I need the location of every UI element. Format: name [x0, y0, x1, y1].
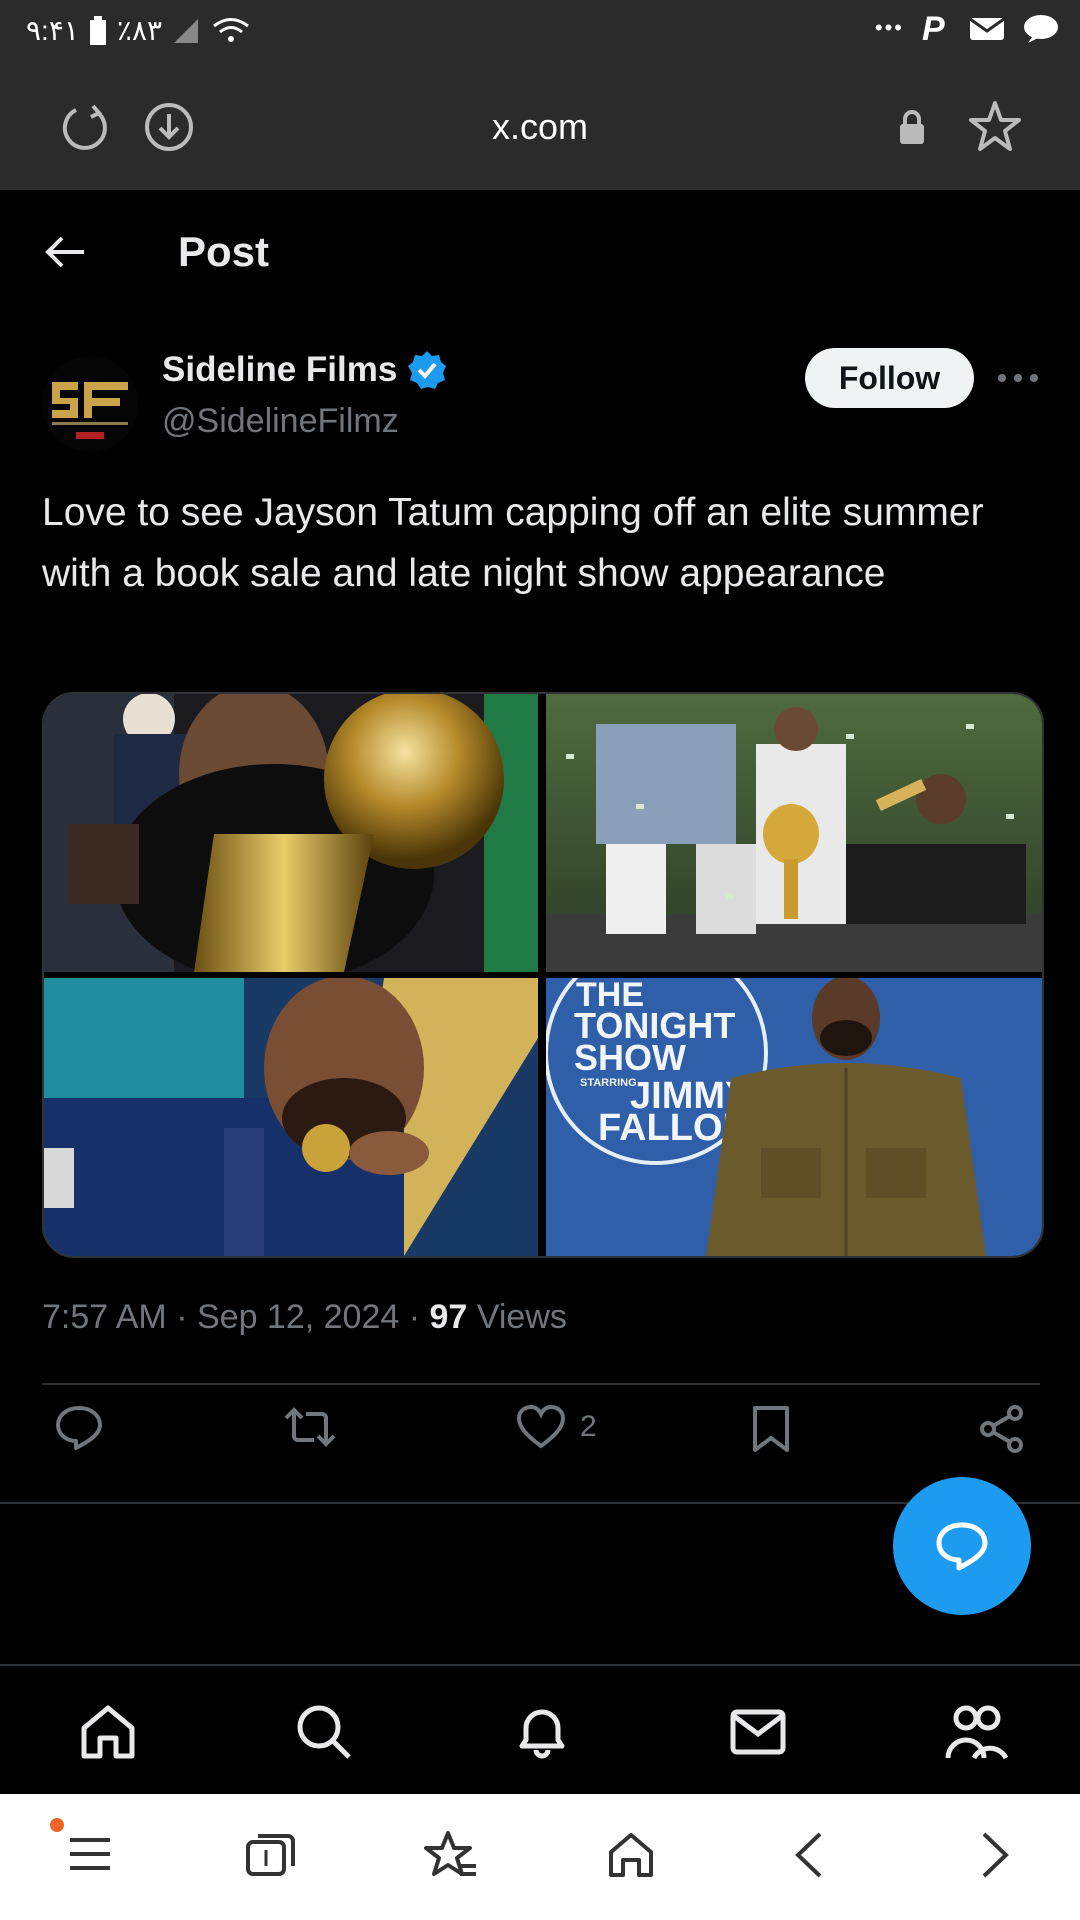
trophy-photo: [44, 694, 538, 972]
status-left: ۹:۴۱ ٪۸۳: [26, 14, 250, 47]
media-grid: THE TONIGHT SHOW STARRING JIMMY FALLON: [42, 692, 1044, 1258]
battery-icon: [89, 15, 106, 45]
post-actions: 2: [0, 1404, 1080, 1484]
bookmark-star-icon[interactable]: [968, 100, 1022, 154]
more-options-icon[interactable]: [996, 360, 1040, 396]
media-photo-medal[interactable]: [44, 978, 538, 1256]
follow-button[interactable]: Follow: [805, 348, 974, 408]
share-icon: [980, 1405, 1023, 1453]
wifi-icon: [213, 17, 249, 42]
repost-icon: [284, 1407, 336, 1447]
x-bottom-nav: [0, 1664, 1080, 1796]
paypal-icon: P: [922, 10, 945, 46]
messages-icon[interactable]: [728, 1702, 788, 1762]
media-photo-tonight-show[interactable]: THE TONIGHT SHOW STARRING JIMMY FALLON: [546, 978, 1042, 1256]
author-name[interactable]: Sideline Films: [162, 350, 397, 390]
sideline-films-logo: [42, 356, 138, 452]
search-icon[interactable]: [294, 1702, 354, 1762]
author-name-row[interactable]: Sideline Films: [162, 350, 447, 390]
views-label: Views: [476, 1298, 567, 1336]
medal-photo: [44, 978, 538, 1256]
verified-badge-icon: [408, 351, 447, 389]
parade-photo: [546, 694, 1042, 972]
more-notifications-icon: •••: [874, 15, 904, 40]
media-photo-parade[interactable]: [546, 694, 1042, 972]
tonight-starring: STARRING: [580, 1077, 637, 1089]
clock: ۹:۴۱: [26, 15, 79, 46]
mail-icon: [969, 17, 1005, 40]
meta-separator: ·: [408, 1298, 430, 1336]
battery-percent: ٪۸۳: [116, 15, 163, 46]
forward-icon[interactable]: [978, 1830, 1012, 1880]
reply-button[interactable]: [54, 1404, 104, 1450]
svg-text:P: P: [922, 10, 945, 46]
tonight-line3: SHOW: [574, 1037, 686, 1078]
repost-button[interactable]: [282, 1404, 338, 1450]
status-bar: ۹:۴۱ ٪۸۳ ••• P: [0, 0, 1080, 62]
home-icon[interactable]: [78, 1702, 138, 1762]
reply-icon: [56, 1406, 102, 1450]
notifications-bell-icon[interactable]: [512, 1702, 572, 1762]
page-title: Post: [178, 228, 270, 275]
browser-bottom-nav: [0, 1794, 1080, 1920]
heart-icon: [516, 1404, 566, 1449]
menu-icon[interactable]: [66, 1830, 114, 1878]
share-button[interactable]: [978, 1404, 1026, 1454]
post-date[interactable]: Sep 12, 2024: [197, 1298, 399, 1336]
post-meta: 7:57 AM · Sep 12, 2024 · 97 Views: [42, 1298, 567, 1337]
avatar[interactable]: [42, 356, 138, 452]
back-arrow-icon[interactable]: [44, 232, 88, 272]
views-count: 97: [429, 1298, 468, 1336]
bookmark-button[interactable]: [750, 1404, 792, 1454]
like-count: 2: [580, 1410, 597, 1443]
notification-dot: [50, 1818, 64, 1832]
cell-signal-icon: [174, 18, 199, 43]
bookmark-icon: [753, 1406, 789, 1452]
tonight-show-photo: THE TONIGHT SHOW STARRING JIMMY FALLON: [546, 978, 1042, 1256]
browser-home-icon[interactable]: [606, 1830, 656, 1880]
bookmarks-icon[interactable]: [424, 1830, 478, 1880]
reply-bubble-icon: [936, 1522, 988, 1571]
back-icon[interactable]: [792, 1830, 826, 1880]
tabs-icon[interactable]: [244, 1830, 298, 1878]
meta-separator: ·: [176, 1298, 197, 1336]
media-photo-trophy[interactable]: [44, 694, 538, 972]
like-button[interactable]: 2: [516, 1404, 597, 1450]
author-handle[interactable]: @SidelineFilmz: [162, 402, 399, 441]
status-right: ••• P: [875, 10, 1060, 46]
chat-bubble-icon: [1024, 15, 1058, 43]
post-time[interactable]: 7:57 AM: [42, 1298, 167, 1336]
divider: [42, 1383, 1040, 1385]
browser-toolbar: x.com: [0, 62, 1080, 190]
lock-icon[interactable]: [898, 110, 926, 146]
communities-icon[interactable]: [944, 1702, 1008, 1762]
post-text: Love to see Jayson Tatum capping off an …: [42, 491, 984, 595]
compose-reply-button[interactable]: [893, 1477, 1031, 1615]
